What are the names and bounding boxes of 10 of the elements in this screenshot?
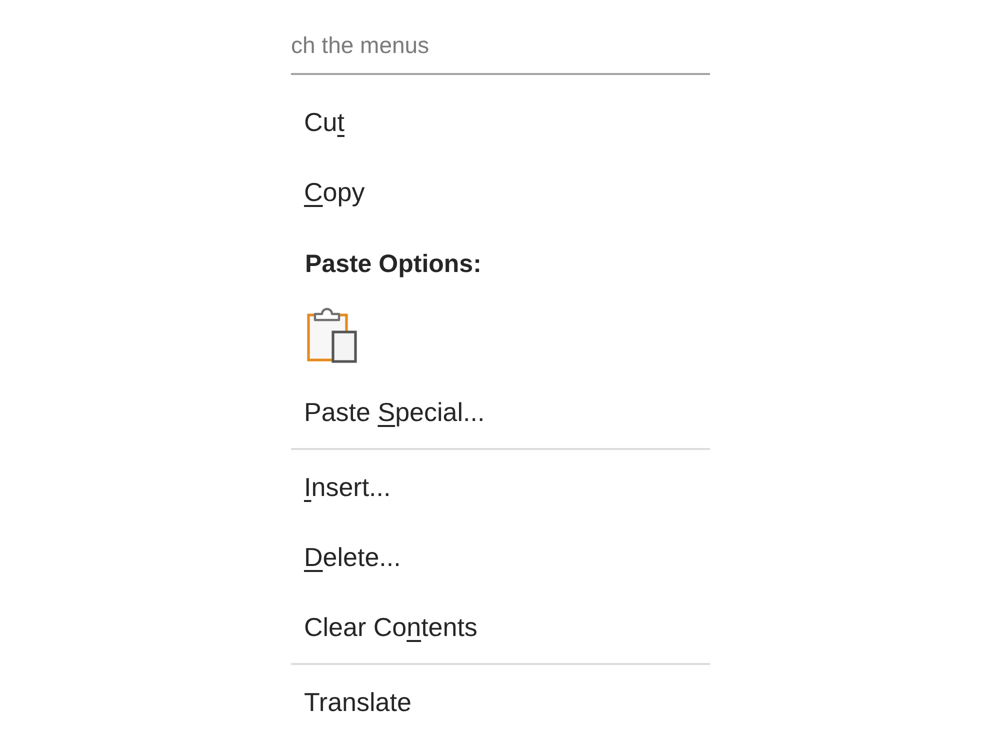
search-field[interactable]: ch the menus bbox=[291, 17, 710, 75]
menu-item[interactable]: Paste Special... bbox=[291, 377, 710, 447]
clipboard-icon[interactable] bbox=[307, 306, 357, 363]
menu-item[interactable]: Clear Contents bbox=[291, 592, 710, 662]
menu-item[interactable]: Delete... bbox=[291, 522, 710, 592]
section-heading: Paste Options: bbox=[304, 248, 482, 280]
menu-item[interactable]: Copy bbox=[291, 157, 710, 227]
menu-item[interactable]: Cut bbox=[291, 87, 710, 157]
menu-item[interactable]: Insert... bbox=[291, 452, 710, 522]
menu-item[interactable]: Translate bbox=[291, 667, 710, 737]
